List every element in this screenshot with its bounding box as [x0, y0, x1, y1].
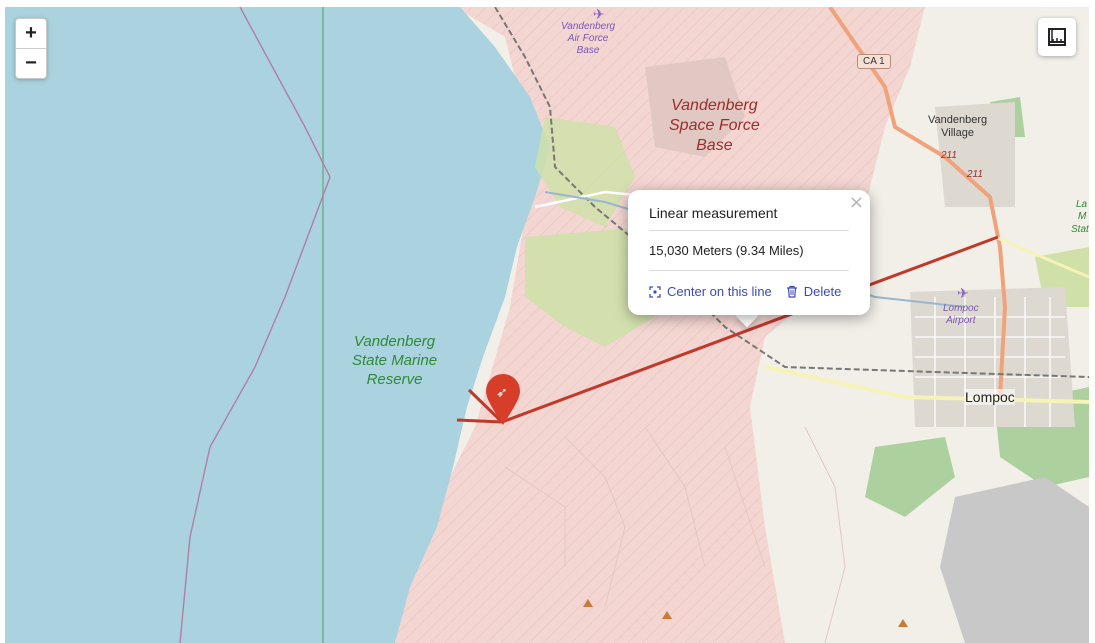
zoom-control: + −: [15, 18, 47, 79]
delete-label: Delete: [803, 284, 842, 299]
focus-icon: [649, 285, 661, 298]
popup-divider: [649, 230, 849, 231]
popup-title: Linear measurement: [649, 205, 778, 221]
popup-divider: [649, 270, 849, 271]
label-marine-reserve: Vandenberg State Marine Reserve: [352, 333, 438, 388]
map-canvas[interactable]: ✈ ✈ ➶ Vandenberg Air Force Base Vandenbe…: [5, 7, 1089, 643]
label-space-force-base: Vandenberg Space Force Base: [669, 97, 760, 154]
rocket-icon: ➶: [496, 384, 508, 400]
center-on-line-label: Center on this line: [667, 284, 772, 299]
label-lompoc: Lompoc: [965, 389, 1015, 405]
industrial-area: [940, 477, 1089, 643]
label-edge-stat: Stat: [1071, 224, 1089, 235]
route-label-211: 211: [941, 150, 957, 161]
zoom-in-button[interactable]: +: [16, 19, 46, 48]
delete-link[interactable]: Delete: [786, 284, 842, 299]
measurement-result: 15,030 Meters (9.34 Miles): [649, 243, 804, 258]
popup-actions: Center on this line Delete: [649, 284, 841, 299]
label-edge-la: La: [1076, 199, 1088, 210]
ruler-icon: [1048, 28, 1066, 46]
label-air-force-base: Vandenberg Air Force Base: [561, 21, 616, 56]
measurement-popup: × Linear measurement 15,030 Meters (9.34…: [628, 190, 870, 315]
map-tiles: ✈ ✈ ➶: [5, 7, 1089, 643]
popup-close-button[interactable]: ×: [849, 192, 864, 213]
label-vandenberg-village: Vandenberg Village: [928, 114, 988, 139]
route-shield-ca1: CA 1: [857, 54, 891, 69]
route-label-211: 211: [967, 169, 983, 180]
label-edge-m: M: [1078, 211, 1087, 222]
airport-icon: ✈: [593, 7, 605, 22]
airport-icon: ✈: [957, 285, 969, 301]
trash-icon: [786, 285, 797, 298]
center-on-line-link[interactable]: Center on this line: [649, 284, 772, 299]
measure-toggle-button[interactable]: [1038, 18, 1076, 56]
label-lompoc-airport: Lompoc Airport: [943, 303, 979, 326]
zoom-out-button[interactable]: −: [16, 48, 46, 78]
